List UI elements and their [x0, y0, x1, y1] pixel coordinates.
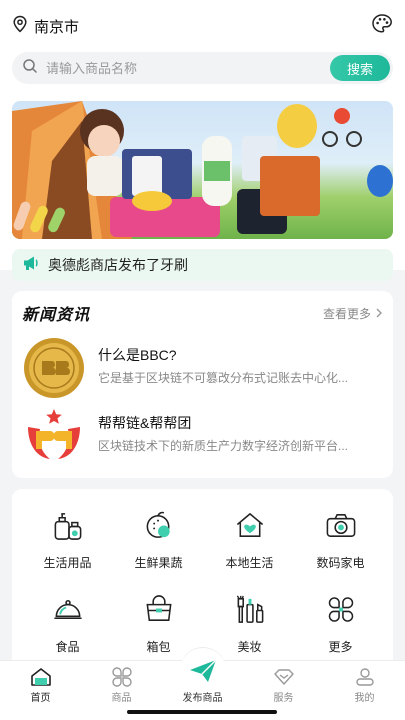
- category-item-fresh-produce[interactable]: 生鲜果蔬: [111, 501, 206, 571]
- category-item-bags[interactable]: 箱包: [111, 585, 206, 655]
- handbag-icon: [145, 595, 172, 621]
- category-item-digital-appliances[interactable]: 数码家电: [293, 501, 388, 571]
- grid-icon: [111, 667, 132, 687]
- makeup-brush-icon: [236, 595, 263, 623]
- tab-publish[interactable]: 发布商品: [162, 647, 243, 705]
- map-pin-icon: [12, 15, 28, 38]
- palette-icon[interactable]: [371, 13, 393, 40]
- search-icon: [22, 58, 38, 79]
- location-label: 南京市: [34, 18, 80, 36]
- news-item-title: 什么是BBC?: [98, 347, 177, 363]
- service-diamond-icon: [273, 669, 294, 685]
- bbc-coin-icon: [22, 337, 86, 399]
- tab-home[interactable]: 首页: [0, 667, 81, 709]
- category-label: 本地生活: [225, 556, 274, 570]
- more-grid-icon: [328, 597, 353, 622]
- category-label: 数码家电: [316, 556, 365, 570]
- search-bar: 搜索: [12, 52, 393, 84]
- category-label: 生鲜果蔬: [134, 556, 183, 570]
- category-item-daily-goods[interactable]: 生活用品: [20, 501, 115, 571]
- news-more-label: 查看更多: [322, 307, 371, 321]
- tab-label: 首页: [30, 693, 51, 704]
- category-item-food[interactable]: 食品: [20, 585, 115, 655]
- news-item[interactable]: 帮帮链&帮帮团 区块链技术下的新质生产力数字经济创新平台...: [22, 405, 383, 467]
- news-item-title: 帮帮链&帮帮团: [98, 415, 192, 431]
- search-button[interactable]: 搜索: [330, 55, 390, 81]
- category-item-more[interactable]: 更多: [293, 585, 388, 655]
- bangbang-logo-icon: [22, 405, 86, 467]
- paper-plane-icon: [189, 659, 216, 682]
- location-selector[interactable]: 南京市: [12, 15, 79, 38]
- tab-service[interactable]: 服务: [243, 667, 324, 709]
- food-cloche-icon: [53, 599, 82, 620]
- category-label: 生活用品: [43, 556, 92, 570]
- news-item[interactable]: 什么是BBC? 它是基于区块链不可篡改分布式记账去中心化...: [22, 337, 383, 399]
- tab-profile[interactable]: 我的: [324, 667, 405, 709]
- tab-label: 发布商品: [182, 693, 223, 704]
- fruit-icon: [146, 511, 170, 538]
- tab-products[interactable]: 商品: [81, 667, 162, 709]
- camping-banner-image: [12, 101, 393, 239]
- category-item-makeup[interactable]: 美妆: [202, 585, 297, 655]
- news-item-desc: 它是基于区块链不可篡改分布式记账去中心化...: [98, 371, 349, 385]
- camera-icon: [326, 514, 355, 537]
- chevron-right-icon: [375, 307, 383, 321]
- news-section: 新闻资讯 查看更多 什么是BBC? 它是基于区块链不可篡改分布式记账去中心化..…: [12, 291, 393, 478]
- news-item-desc: 区块链技术下的新质生产力数字经济创新平台...: [98, 439, 349, 453]
- home-icon: [30, 668, 51, 686]
- toiletries-icon: [54, 513, 81, 540]
- category-label: 食品: [55, 640, 80, 654]
- megaphone-icon: [22, 255, 40, 276]
- promo-banner[interactable]: [12, 101, 393, 239]
- header: 南京市: [0, 0, 405, 52]
- notice-bar[interactable]: 奥德彪商店发布了牙刷: [12, 249, 393, 281]
- notice-text: 奥德彪商店发布了牙刷: [48, 257, 188, 273]
- tab-label: 服务: [273, 693, 294, 704]
- category-item-local-life[interactable]: 本地生活: [202, 501, 297, 571]
- category-label: 更多: [328, 640, 353, 654]
- tab-label: 商品: [111, 693, 132, 704]
- news-more-link[interactable]: 查看更多: [323, 305, 383, 322]
- category-grid: 生活用品 生鲜果蔬 本地生活 数码家电 食品 箱包 美妆 更多: [12, 489, 393, 669]
- user-icon: [355, 668, 374, 686]
- news-section-title: 新闻资讯: [22, 307, 91, 324]
- house-heart-icon: [236, 513, 263, 537]
- home-indicator: [127, 710, 277, 714]
- tab-label: 我的: [354, 693, 375, 704]
